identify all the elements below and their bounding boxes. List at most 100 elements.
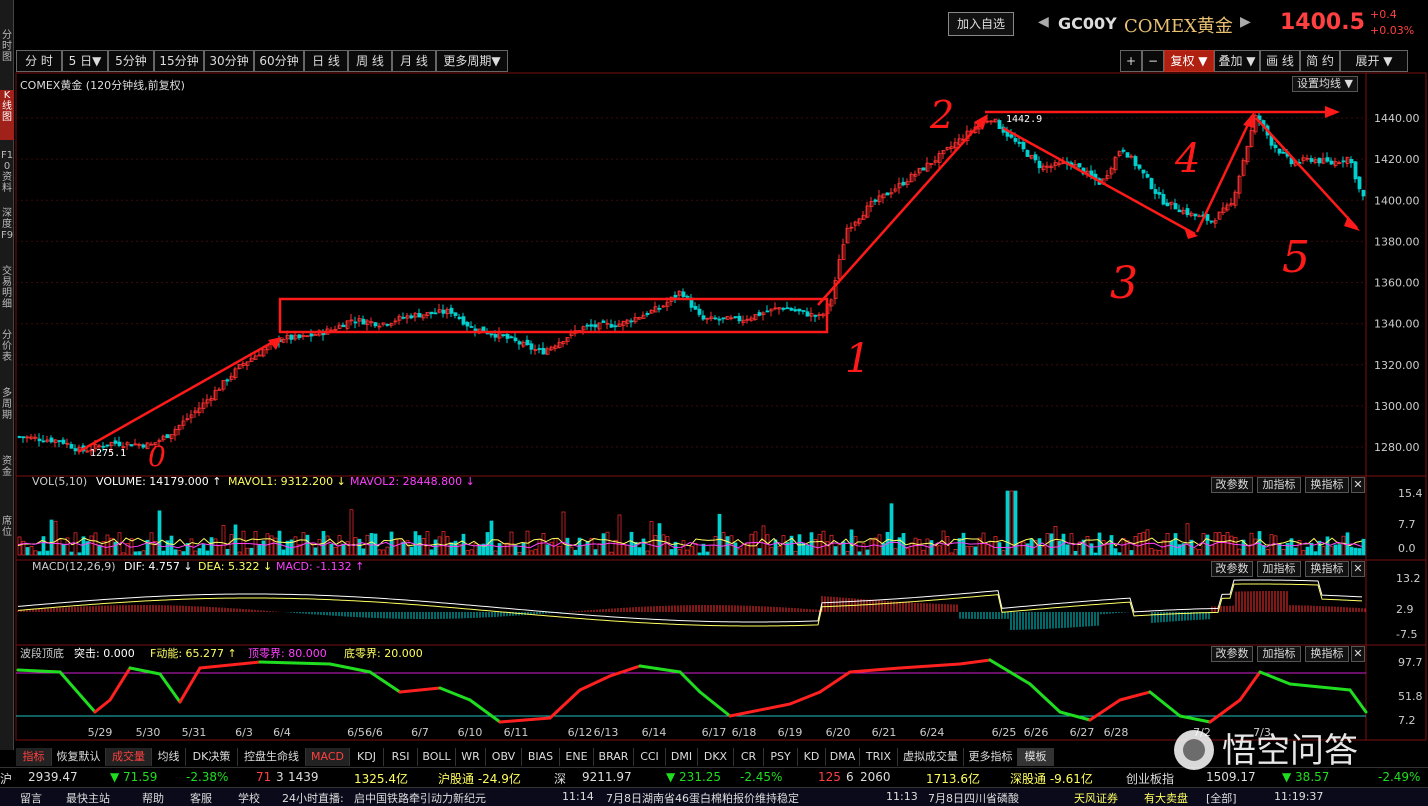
- candle-body: [1205, 213, 1210, 221]
- panel-button[interactable]: 改参数: [1211, 561, 1253, 577]
- candle-body: [505, 334, 510, 339]
- panel-button[interactable]: 加指标: [1257, 561, 1301, 577]
- candle-body: [785, 307, 790, 310]
- candle-body: [1137, 164, 1142, 169]
- indicator-tab[interactable]: 更多指标: [964, 748, 1018, 766]
- panel-button[interactable]: 加指标: [1257, 646, 1301, 662]
- y-tick-label: 1440.00: [1374, 112, 1420, 125]
- wave-annotation-4: 4: [1174, 136, 1200, 182]
- panel-button[interactable]: ✕: [1351, 477, 1365, 493]
- candle-body: [1121, 149, 1126, 152]
- volume-bar: [253, 531, 258, 556]
- volume-bar: [1237, 548, 1242, 556]
- volume-bar: [97, 544, 102, 556]
- indicator-tab[interactable]: OBV: [486, 748, 522, 766]
- status-sh-index: 2939.47: [28, 770, 78, 784]
- volume-bar: [361, 548, 366, 556]
- candle-body: [525, 339, 530, 346]
- x-tick-label: 6/5: [347, 726, 365, 739]
- panel-button[interactable]: 换指标: [1305, 477, 1349, 493]
- indicator-tab[interactable]: TRIX: [860, 748, 898, 766]
- candle-body: [17, 436, 22, 438]
- panel-button[interactable]: 换指标: [1305, 561, 1349, 577]
- wave-segment: [1118, 690, 1152, 702]
- volume-bar: [949, 552, 954, 556]
- indicator-tab[interactable]: CR: [734, 748, 764, 766]
- indicator-tab[interactable]: DMI: [666, 748, 698, 766]
- panel-button[interactable]: 改参数: [1211, 646, 1253, 662]
- status2-item[interactable]: 帮助: [142, 790, 164, 806]
- top-threshold-value: 顶零界: 80.000: [248, 647, 327, 660]
- candle-body: [309, 333, 314, 337]
- status2-item[interactable]: 留言: [20, 790, 42, 806]
- candle-body: [1125, 152, 1130, 158]
- wave-segment: [1028, 682, 1062, 714]
- panel-button[interactable]: ✕: [1351, 646, 1365, 662]
- indicator-tab[interactable]: BIAS: [522, 748, 560, 766]
- high-price-label: 1442.9: [1006, 114, 1042, 125]
- volume-bar: [1245, 544, 1250, 556]
- volume-bar: [1229, 535, 1234, 556]
- wave-segment: [498, 716, 552, 724]
- indicator-tab[interactable]: KD: [798, 748, 826, 766]
- indicator-tab[interactable]: 恢复默认: [52, 748, 106, 766]
- candle-body: [1325, 157, 1330, 162]
- volume-bar: [837, 544, 842, 556]
- macd-tick: -7.5: [1396, 628, 1417, 641]
- indicator-tab[interactable]: MACD: [306, 748, 350, 766]
- indicator-tab[interactable]: BRAR: [594, 748, 634, 766]
- status2-item[interactable]: 客服: [190, 790, 212, 806]
- panel-button[interactable]: 改参数: [1211, 477, 1253, 493]
- indicator-tab[interactable]: PSY: [764, 748, 798, 766]
- candle-body: [469, 326, 474, 328]
- candle-body: [1353, 161, 1358, 180]
- candle-body: [353, 321, 358, 324]
- volume-bar: [397, 538, 402, 556]
- panel-button[interactable]: ✕: [1351, 561, 1365, 577]
- indicator-tab[interactable]: 虚拟成交量: [898, 748, 964, 766]
- volume-bar: [649, 521, 654, 556]
- indicator-tab[interactable]: DKX: [698, 748, 734, 766]
- indicator-tab[interactable]: WR: [456, 748, 486, 766]
- indicator-tab[interactable]: DMA: [826, 748, 860, 766]
- indicator-tab[interactable]: 指标: [16, 748, 52, 766]
- fdong-value: F动能: 65.277 ↑: [150, 647, 237, 660]
- volume-bar: [565, 537, 570, 556]
- volume-bar: [529, 550, 534, 556]
- indicator-tab[interactable]: 成交量: [106, 748, 152, 766]
- volume-bar: [1341, 535, 1346, 556]
- panel-button[interactable]: 换指标: [1305, 646, 1349, 662]
- indicator-tab[interactable]: BOLL: [418, 748, 456, 766]
- indicator-tab[interactable]: KDJ: [350, 748, 384, 766]
- candle-body: [453, 312, 458, 316]
- candle-body: [1361, 189, 1366, 197]
- volume-bar: [933, 545, 938, 556]
- status2-item: 7月8日湖南省46蛋白棉粕报价维持稳定: [606, 792, 799, 805]
- volume-bar: [1285, 543, 1290, 556]
- volume-bar: [1065, 544, 1070, 556]
- status2-item[interactable]: 学校: [238, 790, 260, 806]
- indicator-tab[interactable]: 均线: [152, 748, 186, 766]
- indicator-tab[interactable]: DK决策: [186, 748, 238, 766]
- ma-settings-button[interactable]: 设置均线 ▼: [1292, 76, 1358, 92]
- x-tick-label: 6/26: [1024, 726, 1049, 739]
- volume-bar: [617, 514, 622, 556]
- candle-body: [1317, 157, 1322, 164]
- status2-item[interactable]: 最快主站: [66, 790, 110, 806]
- candle-body: [373, 322, 378, 327]
- indicator-tab[interactable]: RSI: [384, 748, 418, 766]
- status2-item: 24小时直播:: [282, 792, 344, 805]
- volume-bar: [1233, 537, 1238, 556]
- volume-bar: [453, 540, 458, 556]
- volume-bar: [1049, 533, 1054, 556]
- indicator-tab[interactable]: 模板: [1018, 748, 1054, 766]
- wave-segment: [548, 688, 582, 720]
- panel-button[interactable]: 加指标: [1257, 477, 1301, 493]
- wave-annotation-3: 3: [1110, 258, 1138, 309]
- volume-bar: [69, 551, 74, 556]
- indicator-tab[interactable]: ENE: [560, 748, 594, 766]
- indicator-tab[interactable]: 控盘生命线: [238, 748, 306, 766]
- volume-bar: [349, 509, 354, 556]
- status-sz-pct: -2.45%: [740, 770, 783, 784]
- indicator-tab[interactable]: CCI: [634, 748, 666, 766]
